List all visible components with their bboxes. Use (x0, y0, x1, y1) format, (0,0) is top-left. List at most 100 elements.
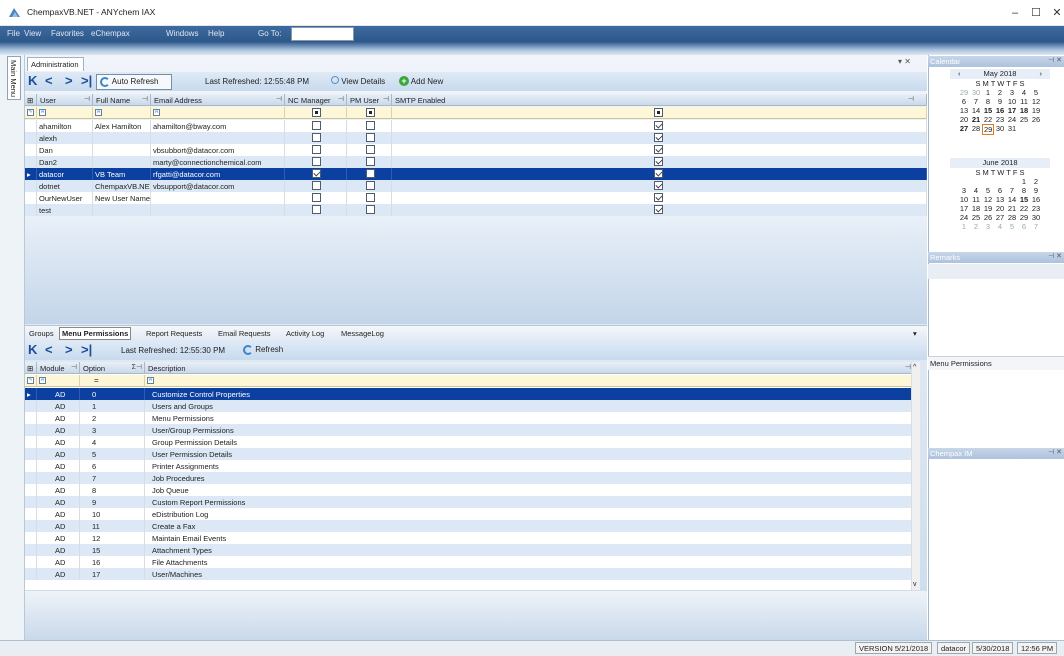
filter-user[interactable]: A (37, 107, 93, 119)
calendar-day[interactable]: 25 (970, 213, 982, 222)
menu-file[interactable]: File (7, 29, 20, 38)
calendar-day[interactable]: 3 (982, 222, 994, 231)
menu-view[interactable]: View (24, 29, 41, 38)
tab-messagelog[interactable]: MessageLog (341, 329, 384, 338)
tab-menu-permissions[interactable]: Menu Permissions (59, 327, 132, 340)
calendar-day[interactable]: 6 (994, 186, 1006, 195)
nc-checkbox[interactable] (312, 133, 321, 142)
calendar-day[interactable]: 3 (958, 186, 970, 195)
first-record-button-2[interactable]: K (28, 342, 37, 357)
calendar-day[interactable]: 9 (1030, 186, 1042, 195)
calendar-day[interactable]: 21 (970, 115, 982, 124)
calendar-day[interactable]: 11 (970, 195, 982, 204)
cell-pm[interactable] (347, 132, 392, 144)
calendar-day[interactable]: 30 (994, 124, 1006, 133)
table-row[interactable]: AD 9 Custom Report Permissions (25, 496, 920, 508)
tab-administration[interactable]: Administration (27, 57, 84, 71)
tabs-dropdown-icon[interactable]: ▾ (913, 329, 917, 338)
calendar-day[interactable]: 23 (994, 115, 1006, 124)
column-header-module[interactable]: Module ⊣ (37, 362, 80, 374)
calendar-day[interactable]: 31 (1006, 124, 1018, 133)
calendar-day[interactable]: 15 (982, 106, 994, 115)
smtp-checkbox[interactable] (654, 193, 663, 202)
cell-nc[interactable] (285, 144, 347, 156)
cell-smtp[interactable] (392, 120, 927, 132)
calendar-day[interactable]: 16 (1030, 195, 1042, 204)
table-row[interactable]: AD 5 User Permission Details (25, 448, 920, 460)
table-row[interactable]: AD 10 eDistribution Log (25, 508, 920, 520)
calendar-day[interactable]: 27 (994, 213, 1006, 222)
cell-smtp[interactable] (392, 168, 927, 180)
calendar-day[interactable]: 7 (1030, 222, 1042, 231)
table-row[interactable]: test (25, 204, 927, 216)
cell-pm[interactable] (347, 180, 392, 192)
cell-pm[interactable] (347, 192, 392, 204)
calendar-day[interactable]: 13 (994, 195, 1006, 204)
filter-row-icon[interactable]: ✎ (25, 107, 37, 119)
calendar-day[interactable]: 22 (1018, 204, 1030, 213)
nc-checkbox[interactable] (312, 145, 321, 154)
calendar-day[interactable]: 28 (970, 124, 982, 133)
refresh-button[interactable]: Refresh (243, 345, 283, 355)
tab-activity-log[interactable]: Activity Log (286, 329, 324, 338)
add-new-button[interactable]: + Add New (399, 76, 443, 86)
nc-checkbox[interactable] (312, 193, 321, 202)
menu-echempax[interactable]: eChempax (91, 29, 130, 38)
smtp-checkbox[interactable] (654, 157, 663, 166)
goto-input[interactable] (291, 27, 354, 41)
calendar-day[interactable]: 1 (1018, 177, 1030, 186)
filter-smtp[interactable] (392, 107, 927, 119)
column-header-nc-manager[interactable]: NC Manager ⊣ (285, 94, 347, 106)
cell-smtp[interactable] (392, 156, 927, 168)
table-row[interactable]: AD 8 Job Queue (25, 484, 920, 496)
prev-record-button[interactable]: < (45, 73, 53, 88)
nc-checkbox[interactable] (312, 157, 321, 166)
table-row[interactable]: ▸ datacor VB Team rfgatti@datacor.com (25, 168, 927, 180)
cell-smtp[interactable] (392, 132, 927, 144)
pm-checkbox[interactable] (366, 169, 375, 178)
filter-option[interactable]: = (80, 375, 145, 387)
cell-nc[interactable] (285, 156, 347, 168)
table-row[interactable]: dotnet ChempaxVB.NET vbsupport@datacor.com (25, 180, 927, 192)
tab-report-requests[interactable]: Report Requests (146, 329, 202, 338)
table-row[interactable]: AD 3 User/Group Permissions (25, 424, 920, 436)
column-header-email[interactable]: Email Address ⊣ (151, 94, 285, 106)
calendar-day[interactable]: 23 (1030, 204, 1042, 213)
calendar-day[interactable]: 20 (958, 115, 970, 124)
table-row[interactable]: AD 11 Create a Fax (25, 520, 920, 532)
menu-help[interactable]: Help (208, 29, 224, 38)
pm-checkbox[interactable] (366, 133, 375, 142)
calendar-day[interactable]: 20 (994, 204, 1006, 213)
view-details-button[interactable]: View Details (331, 76, 385, 86)
column-header-pm-user[interactable]: PM User ⊣ (347, 94, 392, 106)
permissions-scrollbar[interactable]: ^ v (911, 362, 920, 590)
table-row[interactable]: AD 4 Group Permission Details (25, 436, 920, 448)
table-row[interactable]: AD 12 Maintain Email Events (25, 532, 920, 544)
smtp-checkbox[interactable] (654, 133, 663, 142)
cell-nc[interactable] (285, 180, 347, 192)
pm-checkbox[interactable] (366, 193, 375, 202)
pm-checkbox[interactable] (366, 181, 375, 190)
table-row[interactable]: AD 1 Users and Groups (25, 400, 920, 412)
calendar-day[interactable]: 19 (982, 204, 994, 213)
next-record-button-2[interactable]: > (65, 342, 73, 357)
next-record-button[interactable]: > (65, 73, 73, 88)
main-menu-tab[interactable]: Main Menu (7, 56, 21, 100)
menu-windows[interactable]: Windows (166, 29, 198, 38)
calendar-day[interactable]: 11 (1018, 97, 1030, 106)
calendar-day[interactable]: 7 (970, 97, 982, 106)
pm-checkbox[interactable] (366, 145, 375, 154)
calendar-day[interactable]: 29 (982, 124, 994, 135)
calendar-day[interactable]: 25 (1018, 115, 1030, 124)
calendar-day[interactable]: 8 (1018, 186, 1030, 195)
menu-favorites[interactable]: Favorites (51, 29, 84, 38)
filter-nc-manager[interactable] (285, 107, 347, 119)
calendar-day[interactable]: 4 (970, 186, 982, 195)
calendar-day[interactable]: 29 (958, 88, 970, 97)
calendar-day[interactable]: 14 (1006, 195, 1018, 204)
table-row[interactable]: ahamilton Alex Hamilton ahamilton@bway.com (25, 120, 927, 132)
first-record-button[interactable]: K (28, 73, 37, 88)
tab-groups[interactable]: Groups (29, 329, 54, 338)
calendar-day[interactable]: 6 (1018, 222, 1030, 231)
calendar-day[interactable]: 9 (994, 97, 1006, 106)
